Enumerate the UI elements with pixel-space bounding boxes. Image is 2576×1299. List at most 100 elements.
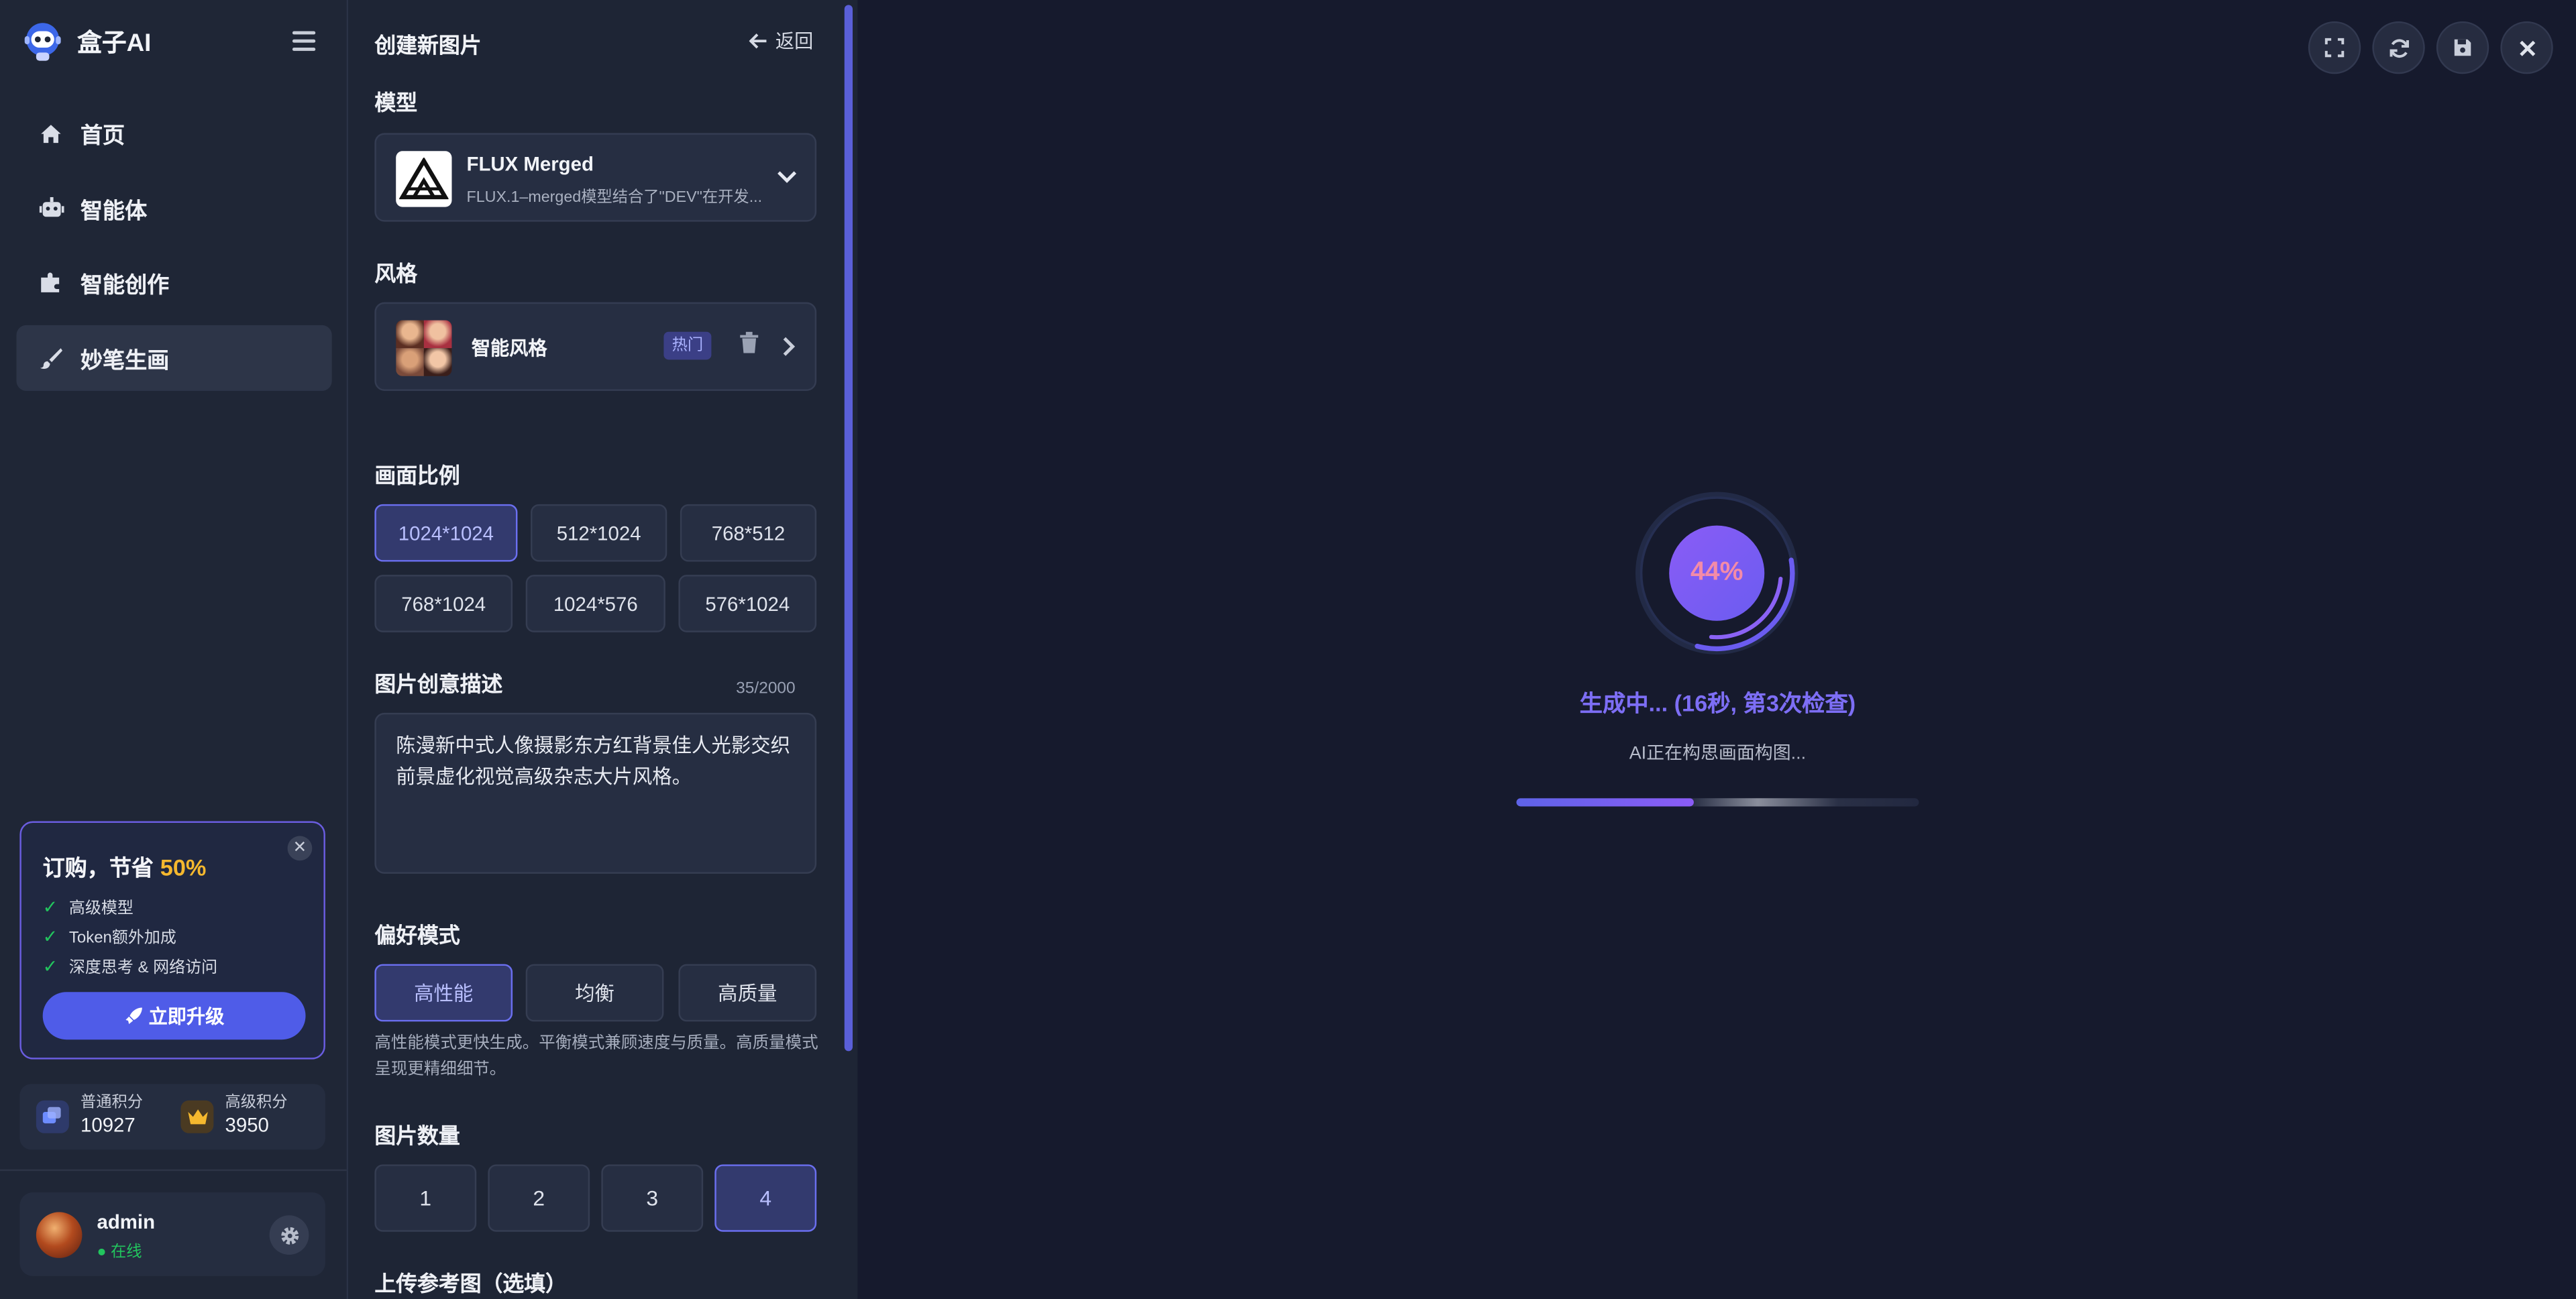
sidebar: 盒子AI 首页 智能体 智能创作 妙笔生画 ✕ 订购，节省 50% ✓ 高级模型… [0, 0, 349, 1299]
hot-badge: 热门 [663, 331, 712, 360]
promo-title: 订购，节省 50% [43, 849, 207, 882]
check-icon: ✓ [42, 897, 58, 917]
promo-feature: ✓ 高级模型 [43, 895, 133, 918]
preference-section-label: 偏好模式 [374, 923, 460, 948]
promo-feature-label: 高级模型 [68, 900, 133, 918]
preference-option[interactable]: 均衡 [525, 964, 664, 1022]
rocket-icon [125, 1007, 142, 1024]
crown-icon [180, 1099, 214, 1133]
close-icon [2519, 40, 2535, 56]
ratio-option[interactable]: 512*1024 [531, 504, 667, 562]
prompt-char-count: 35/2000 [736, 679, 796, 698]
upgrade-button[interactable]: 立即升级 [42, 992, 306, 1040]
fullscreen-icon [2324, 38, 2345, 58]
normal-points-value: 10927 [80, 1113, 136, 1137]
preference-option[interactable]: 高质量 [678, 964, 817, 1022]
brush-icon [38, 345, 64, 371]
sidebar-item-label: 妙笔生画 [80, 348, 170, 374]
user-status: ● 在线 [97, 1243, 142, 1261]
sidebar-nav: 首页 智能体 智能创作 妙笔生画 [16, 100, 332, 400]
preference-option[interactable]: 高性能 [374, 964, 513, 1022]
promo-feature-label: Token额外加成 [68, 929, 176, 948]
normal-points: 普通积分 10927 [36, 1094, 143, 1138]
app-name: 盒子AI [77, 28, 152, 57]
style-selector[interactable]: 智能风格 热门 [374, 302, 817, 391]
upgrade-button-label: 立即升级 [148, 1007, 225, 1027]
prompt-section-label: 图片创意描述 [374, 671, 503, 697]
generation-substatus: AI正在构思画面构图... [1629, 744, 1807, 764]
ratio-option[interactable]: 1024*1024 [374, 504, 518, 562]
logo[interactable]: 盒子AI [21, 19, 152, 62]
refresh-button[interactable] [2372, 21, 2425, 74]
points-panel: 普通积分 10927 高级积分 3950 [19, 1084, 325, 1150]
progress-bar-fill [1516, 798, 1694, 807]
close-icon[interactable]: ✕ [287, 836, 313, 861]
puzzle-icon [38, 270, 64, 296]
sidebar-item-label: 智能创作 [80, 273, 170, 298]
preference-hint: 高性能模式更快生成。平衡模式兼顾速度与质量。高质量模式呈现更精细细节。 [374, 1034, 818, 1079]
model-description: FLUX.1–merged模型结合了"DEV"在开发... [466, 188, 763, 207]
settings-button[interactable] [269, 1215, 309, 1255]
trash-icon[interactable] [739, 331, 759, 353]
sidebar-item-home[interactable]: 首页 [16, 100, 331, 166]
save-icon [2454, 39, 2471, 56]
fullscreen-button[interactable] [2308, 21, 2361, 74]
ratio-section-label: 画面比例 [374, 463, 460, 488]
generation-status: 生成中... (16秒, 第3次检查) [1579, 689, 1856, 716]
promo-percent: 50% [160, 854, 207, 881]
back-label: 返回 [775, 32, 814, 53]
count-option[interactable]: 3 [601, 1164, 704, 1232]
count-option[interactable]: 1 [374, 1164, 477, 1232]
ratio-option[interactable]: 768*1024 [374, 575, 513, 632]
style-name: 智能风格 [471, 339, 547, 360]
count-section-label: 图片数量 [374, 1123, 460, 1148]
ratio-option[interactable]: 576*1024 [678, 575, 817, 632]
sidebar-item-label: 首页 [80, 123, 125, 148]
home-icon [38, 120, 64, 146]
coins-icon [36, 1099, 69, 1133]
sidebar-item-painting[interactable]: 妙笔生画 [16, 325, 332, 392]
check-icon: ✓ [42, 956, 58, 976]
premium-points: 高级积分 3950 [180, 1094, 288, 1138]
progress-percent: 44% [1690, 558, 1743, 587]
progress-bar [1516, 798, 1919, 807]
scrollbar[interactable] [844, 5, 853, 1052]
promo-title-text: 订购，节省 [42, 855, 154, 881]
back-button[interactable]: 返回 [749, 28, 814, 54]
flux-logo [396, 151, 452, 207]
promo-feature-label: 深度思考 & 网络访问 [68, 959, 218, 978]
promo-feature: ✓ 深度思考 & 网络访问 [42, 954, 218, 978]
prompt-textarea[interactable]: 陈漫新中式人像摄影东方红背景佳人光影交织前景虚化视觉高级杂志大片风格。 [374, 712, 817, 874]
ratio-option[interactable]: 768*512 [680, 504, 817, 562]
avatar [36, 1212, 83, 1258]
style-thumbnail [396, 320, 452, 376]
user-name: admin [97, 1210, 156, 1234]
chevron-down-icon [777, 171, 797, 183]
save-button[interactable] [2436, 21, 2489, 74]
create-image-panel: 创建新图片 返回 模型 FLUX Merged FLUX.1–merged模型结… [348, 0, 858, 1299]
premium-points-value: 3950 [225, 1113, 269, 1137]
robot-logo-icon [24, 23, 61, 61]
sidebar-item-agents[interactable]: 智能体 [16, 175, 331, 241]
chevron-right-icon[interactable] [782, 337, 796, 356]
progress-ring: 44% [1631, 488, 1803, 659]
sidebar-item-creation[interactable]: 智能创作 [16, 250, 331, 316]
style-section-label: 风格 [374, 261, 418, 286]
arrow-left-icon [749, 34, 767, 49]
model-selector[interactable]: FLUX Merged FLUX.1–merged模型结合了"DEV"在开发..… [374, 133, 817, 222]
model-name: FLUX Merged [466, 152, 594, 176]
user-card[interactable]: admin ● 在线 [19, 1192, 325, 1276]
normal-points-label: 普通积分 [80, 1094, 144, 1112]
count-option[interactable]: 2 [488, 1164, 590, 1232]
gear-icon [280, 1226, 299, 1244]
panel-title: 创建新图片 [374, 32, 482, 58]
robot-icon [38, 195, 64, 221]
sidebar-item-label: 智能体 [80, 198, 148, 223]
menu-toggle-icon[interactable] [292, 31, 316, 51]
check-icon: ✓ [42, 927, 58, 947]
upload-section-label: 上传参考图（选填） [374, 1271, 567, 1296]
ratio-option[interactable]: 1024*576 [525, 575, 665, 632]
count-option[interactable]: 4 [714, 1164, 817, 1232]
divider [0, 1169, 347, 1172]
close-button[interactable] [2500, 21, 2553, 74]
